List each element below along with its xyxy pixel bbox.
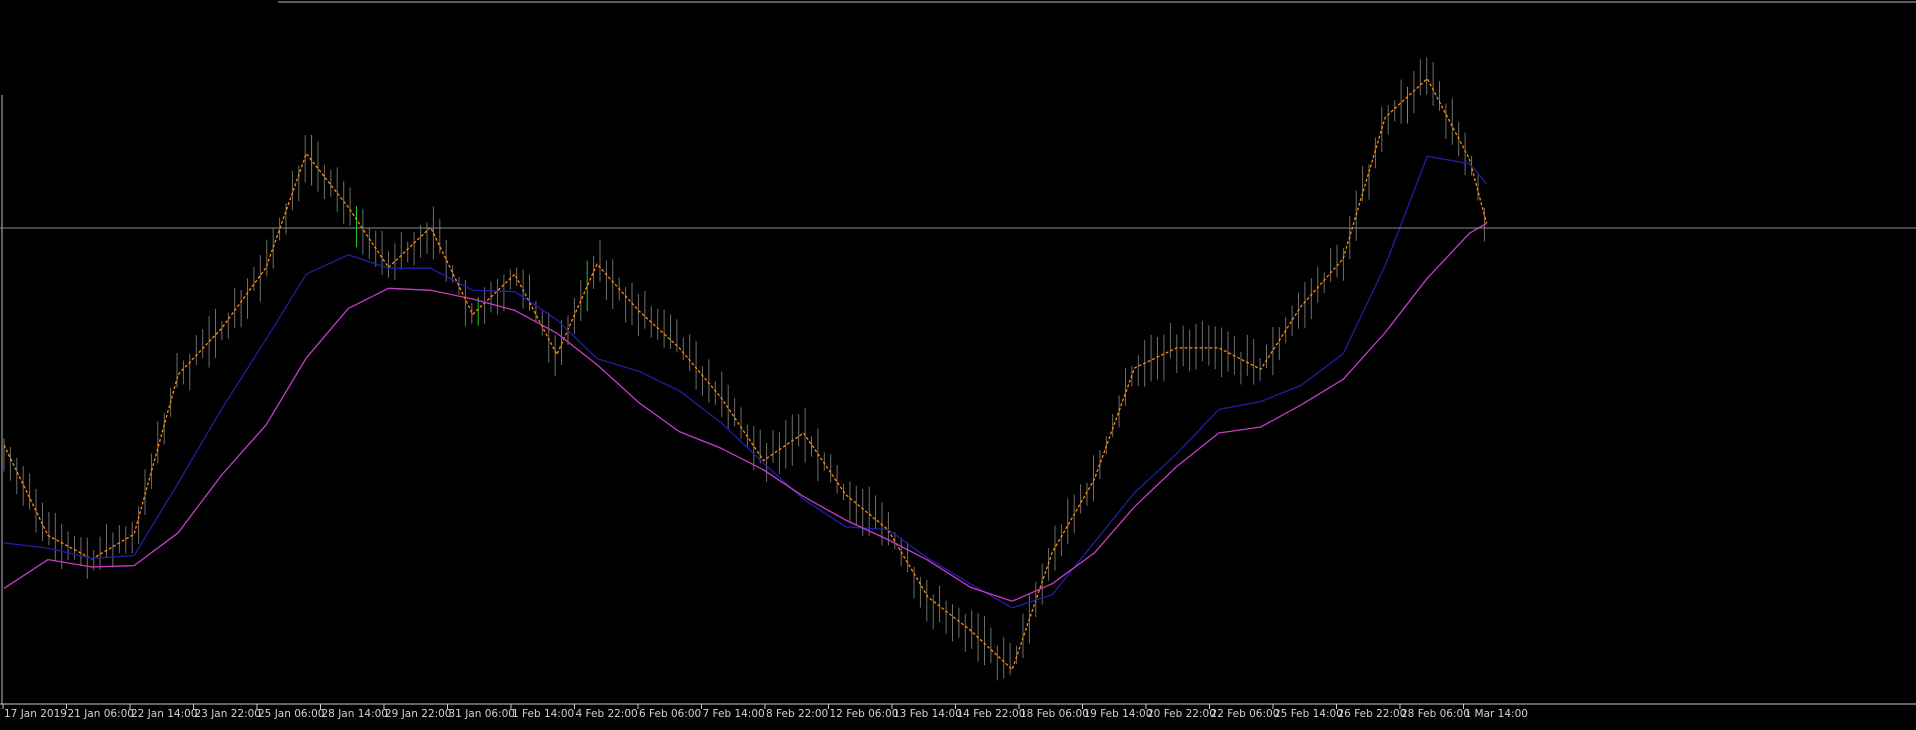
x-tick-label: 28 Feb 06:00 bbox=[1401, 708, 1470, 720]
price-bars bbox=[3, 57, 1485, 681]
x-tick-label: 1 Feb 14:00 bbox=[512, 708, 574, 720]
x-axis: 17 Jan 2019 21 Jan 06:0022 Jan 14:0023 Ja… bbox=[2, 704, 1528, 720]
x-tick-label: 31 Jan 06:00 bbox=[449, 708, 515, 720]
x-tick-label: 25 Jan 06:00 bbox=[258, 708, 324, 720]
x-tick-label: 4 Feb 22:00 bbox=[576, 708, 638, 720]
x-tick-label: 22 Jan 14:00 bbox=[131, 708, 197, 720]
x-tick-label: 8 Feb 22:00 bbox=[766, 708, 828, 720]
x-tick-label: 26 Feb 22:00 bbox=[1338, 708, 1407, 720]
series-line-1 bbox=[3, 77, 1488, 671]
series-line-3 bbox=[3, 222, 1487, 602]
series-line-2 bbox=[3, 155, 1488, 609]
x-tick-label: 14 Feb 22:00 bbox=[957, 708, 1026, 720]
x-tick-label: 6 Feb 06:00 bbox=[639, 708, 701, 720]
x-tick-label: 1 Mar 14:00 bbox=[1465, 708, 1528, 720]
x-tick-label: 18 Feb 06:00 bbox=[1020, 708, 1089, 720]
chart-window: 17 Jan 2019 21 Jan 06:00 22 Jan 14:00 23 Ja… bbox=[0, 0, 1916, 725]
price-chart: 17 Jan 2019 21 Jan 06:0022 Jan 14:0023 Ja… bbox=[0, 1, 1916, 720]
x-tick-label: 20 Feb 22:00 bbox=[1147, 708, 1216, 720]
x-tick-label: 7 Feb 14:00 bbox=[703, 708, 765, 720]
x-tick-label: 12 Feb 06:00 bbox=[830, 708, 899, 720]
x-tick-label: 21 Jan 06:00 bbox=[68, 708, 134, 720]
x-tick-label: 29 Jan 22:00 bbox=[385, 708, 451, 720]
moving-average-series bbox=[3, 77, 1488, 671]
x-tick-label: 25 Feb 14:00 bbox=[1274, 708, 1343, 720]
x-tick-label: 28 Jan 14:00 bbox=[322, 708, 388, 720]
x-tick-label: 23 Jan 22:00 bbox=[195, 708, 261, 720]
x-tick-label: 13 Feb 14:00 bbox=[893, 708, 962, 720]
x-tick-label: 17 Jan 2019 bbox=[4, 708, 67, 720]
x-tick-label: 22 Feb 06:00 bbox=[1211, 708, 1280, 720]
x-tick-label: 19 Feb 14:00 bbox=[1084, 708, 1153, 720]
